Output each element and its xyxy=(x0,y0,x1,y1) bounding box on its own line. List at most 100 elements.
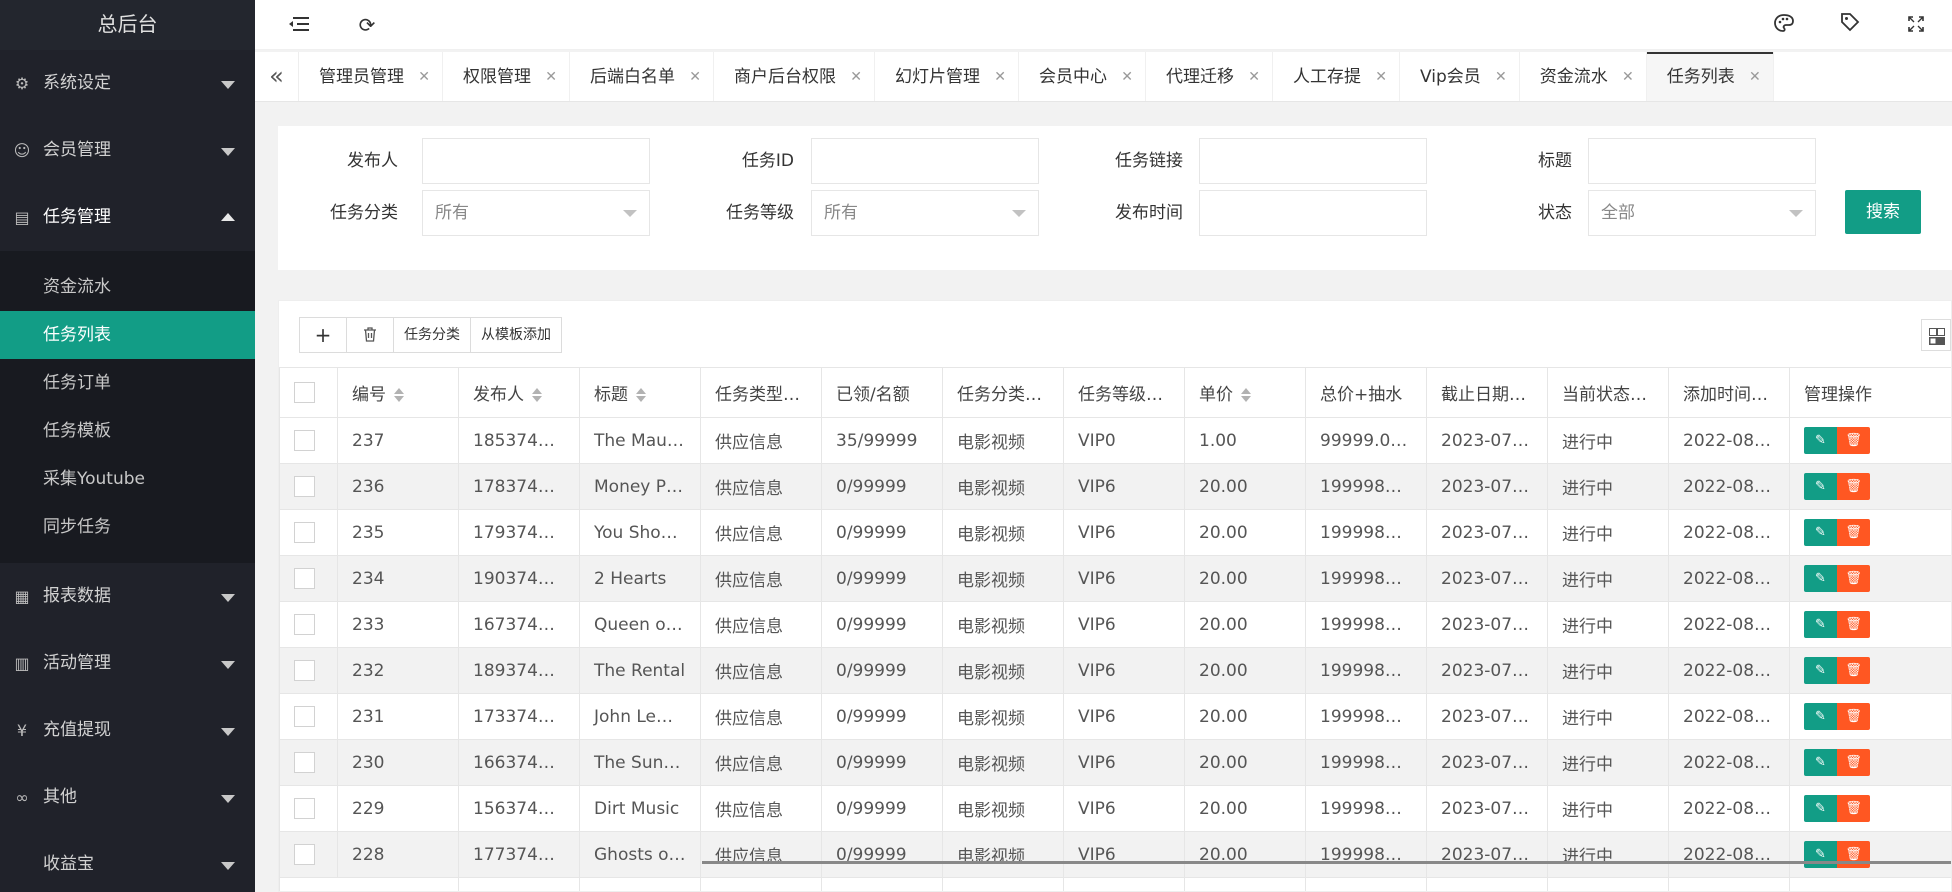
tab-backend-whitelist[interactable]: 后端白名单 ✕ xyxy=(570,52,714,101)
row-checkbox[interactable] xyxy=(294,660,315,681)
tab-manual-deposit[interactable]: 人工存提 ✕ xyxy=(1273,52,1400,101)
delete-row-button[interactable]: 🗑 xyxy=(1837,795,1870,822)
row-checkbox[interactable] xyxy=(294,706,315,727)
table-cell: VIP6 xyxy=(1063,693,1185,740)
row-checkbox[interactable] xyxy=(294,522,315,543)
add-button[interactable]: + xyxy=(299,317,347,353)
row-checkbox[interactable] xyxy=(294,798,315,819)
title-input[interactable] xyxy=(1588,138,1816,184)
edit-button[interactable]: ✎ xyxy=(1804,519,1837,546)
menu-recharge-withdraw[interactable]: ¥ 充值提现 xyxy=(0,697,255,764)
refresh-icon[interactable]: ⟳ xyxy=(347,0,387,50)
row-checkbox[interactable] xyxy=(294,568,315,589)
close-icon[interactable]: ✕ xyxy=(850,52,862,101)
row-checkbox[interactable] xyxy=(294,614,315,635)
menu-system-settings[interactable]: ⚙ 系统设定 xyxy=(0,50,255,117)
menu-other[interactable]: ∞ 其他 xyxy=(0,764,255,831)
task-category-button[interactable]: 任务分类 xyxy=(393,317,471,353)
edit-button[interactable]: ✎ xyxy=(1804,795,1837,822)
delete-button[interactable] xyxy=(346,317,394,353)
publish-time-input[interactable] xyxy=(1199,190,1427,236)
tab-merchant-permissions[interactable]: 商户后台权限 ✕ xyxy=(714,52,875,101)
sort-icon[interactable] xyxy=(394,388,404,402)
tabs-scroll-left-icon[interactable]: « xyxy=(255,52,299,101)
chevron-down-icon xyxy=(221,661,235,669)
tab-fund-flow[interactable]: 资金流水 ✕ xyxy=(1520,52,1647,101)
row-checkbox[interactable] xyxy=(294,476,315,497)
menu-yield-treasure[interactable]: 收益宝 xyxy=(0,831,255,892)
menu-task-management[interactable]: ▤ 任务管理 xyxy=(0,184,255,251)
task-link-input[interactable] xyxy=(1199,138,1427,184)
edit-button[interactable]: ✎ xyxy=(1804,611,1837,638)
theme-palette-icon[interactable] xyxy=(1764,0,1804,50)
tag-icon[interactable] xyxy=(1830,0,1870,50)
column-toggle-icon[interactable] xyxy=(1921,319,1951,351)
submenu-task-list[interactable]: 任务列表 xyxy=(0,311,255,359)
submenu-task-templates[interactable]: 任务模板 xyxy=(0,407,255,455)
table-row: 234 1903745… 2 Hearts 供应信息 0/99999 电影视频 VIP6 20… xyxy=(279,555,1951,602)
row-checkbox[interactable] xyxy=(294,430,315,451)
close-icon[interactable]: ✕ xyxy=(689,52,701,101)
tab-task-list[interactable]: 任务列表 ✕ xyxy=(1646,52,1774,101)
sort-icon[interactable] xyxy=(636,388,646,402)
edit-button[interactable]: ✎ xyxy=(1804,473,1837,500)
delete-row-button[interactable]: 🗑 xyxy=(1837,703,1870,730)
edit-button[interactable]: ✎ xyxy=(1804,565,1837,592)
delete-row-button[interactable]: 🗑 xyxy=(1837,565,1870,592)
fullscreen-icon[interactable] xyxy=(1896,0,1936,50)
search-button[interactable]: 搜索 xyxy=(1845,190,1921,234)
table-cell: VIP6 xyxy=(1063,785,1185,832)
close-icon[interactable]: ✕ xyxy=(1495,52,1507,101)
select-all-checkbox[interactable] xyxy=(294,382,315,403)
submenu-fund-flow[interactable]: 资金流水 xyxy=(0,263,255,311)
menu-member-management[interactable]: ☺ 会员管理 xyxy=(0,117,255,184)
column-header[interactable]: 发布人 xyxy=(458,367,580,418)
edit-button[interactable]: ✎ xyxy=(1804,427,1837,454)
delete-row-button[interactable]: 🗑 xyxy=(1837,657,1870,684)
close-icon[interactable]: ✕ xyxy=(1749,52,1761,101)
tab-admin-management[interactable]: 管理员管理 ✕ xyxy=(299,52,443,101)
row-checkbox[interactable] xyxy=(294,844,315,865)
delete-row-button[interactable]: 🗑 xyxy=(1837,473,1870,500)
delete-row-button[interactable]: 🗑 xyxy=(1837,519,1870,546)
tab-agent-migration[interactable]: 代理迁移 ✕ xyxy=(1146,52,1273,101)
category-select[interactable]: 所有 xyxy=(422,190,650,236)
row-checkbox[interactable] xyxy=(294,752,315,773)
edit-button[interactable]: ✎ xyxy=(1804,657,1837,684)
tab-permission-management[interactable]: 权限管理 ✕ xyxy=(443,52,570,101)
tab-slideshow-management[interactable]: 幻灯片管理 ✕ xyxy=(875,52,1019,101)
sort-icon[interactable] xyxy=(532,388,542,402)
menu-collapse-icon[interactable] xyxy=(279,0,319,50)
tab-vip-members[interactable]: Vip会员 ✕ xyxy=(1400,52,1520,101)
delete-row-button[interactable]: 🗑 xyxy=(1837,611,1870,638)
level-select[interactable]: 所有 xyxy=(811,190,1039,236)
close-icon[interactable]: ✕ xyxy=(545,52,557,101)
submenu-collect-youtube[interactable]: 采集Youtube xyxy=(0,455,255,503)
close-icon[interactable]: ✕ xyxy=(1622,52,1634,101)
close-icon[interactable]: ✕ xyxy=(994,52,1006,101)
close-icon[interactable]: ✕ xyxy=(1375,52,1387,101)
edit-button[interactable]: ✎ xyxy=(1804,749,1837,776)
add-from-template-button[interactable]: 从模板添加 xyxy=(470,317,562,353)
submenu-sync-tasks[interactable]: 同步任务 xyxy=(0,503,255,551)
task-id-input[interactable] xyxy=(811,138,1039,184)
delete-row-button[interactable]: 🗑 xyxy=(1837,427,1870,454)
column-header[interactable]: 单价 xyxy=(1184,367,1306,418)
tab-member-center[interactable]: 会员中心 ✕ xyxy=(1019,52,1146,101)
column-header[interactable]: 标题 xyxy=(579,367,701,418)
close-icon[interactable]: ✕ xyxy=(1248,52,1260,101)
edit-button[interactable]: ✎ xyxy=(1804,703,1837,730)
column-header[interactable]: 编号 xyxy=(337,367,459,418)
table-cell: 99999.0… xyxy=(1305,417,1427,464)
submenu-task-orders[interactable]: 任务订单 xyxy=(0,359,255,407)
delete-row-button[interactable]: 🗑 xyxy=(1837,749,1870,776)
status-select[interactable]: 全部 xyxy=(1588,190,1816,236)
close-icon[interactable]: ✕ xyxy=(418,52,430,101)
tab-label: 权限管理 xyxy=(463,67,531,87)
close-icon[interactable]: ✕ xyxy=(1121,52,1133,101)
horizontal-scrollbar[interactable] xyxy=(702,861,1951,864)
menu-activity-management[interactable]: ▥ 活动管理 xyxy=(0,630,255,697)
sort-icon[interactable] xyxy=(1241,388,1251,402)
publisher-input[interactable] xyxy=(422,138,650,184)
menu-report-data[interactable]: ▦ 报表数据 xyxy=(0,563,255,630)
